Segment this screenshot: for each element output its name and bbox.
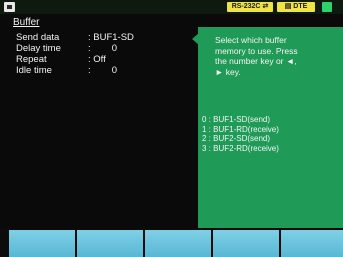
screen-icon <box>4 2 15 12</box>
buffer-option[interactable]: 0 : BUF1-SD(send) <box>202 115 342 125</box>
help-text-line: Select which buffer <box>215 35 287 45</box>
dte-badge: ▤ DTE <box>277 2 315 12</box>
setting-idle-time[interactable]: Idle time : 0 <box>16 65 196 76</box>
setting-delay-time[interactable]: Delay time : 0 <box>16 43 196 54</box>
status-bar: RS-232C ⇄ ▤ DTE <box>0 0 343 14</box>
instrument-screen: RS-232C ⇄ ▤ DTE Buffer Send data : BUF1-… <box>0 0 343 257</box>
buffer-options-list: 0 : BUF1-SD(send) 1 : BUF1-RD(receive) 2… <box>202 115 342 153</box>
setting-label: Delay time <box>16 43 61 54</box>
buffer-option[interactable]: 2 : BUF2-SD(send) <box>202 134 342 144</box>
setting-value: : 0 <box>88 43 118 54</box>
dte-badge-label: DTE <box>293 3 308 10</box>
function-key-2[interactable] <box>77 230 143 257</box>
setting-value: : BUF1-SD <box>88 32 134 43</box>
help-text-line: ► key. <box>215 66 241 77</box>
function-key-3[interactable] <box>145 230 211 257</box>
rs232c-badge-label: RS-232C <box>231 3 261 10</box>
help-text-line: memory to use. Press <box>215 45 298 56</box>
setting-label: Send data <box>16 32 60 43</box>
setting-value: : Off <box>88 54 106 65</box>
cable-icon: ⇄ <box>262 3 269 10</box>
help-text-line: the number key or ◄, <box>215 56 297 66</box>
setting-label: Repeat <box>16 54 47 65</box>
rs232c-badge: RS-232C ⇄ <box>227 2 273 12</box>
settings-list: Send data : BUF1-SD Delay time : 0 Repea… <box>16 32 196 76</box>
dte-icon: ▤ <box>284 3 292 10</box>
status-green-icon <box>322 2 332 12</box>
function-key-1[interactable] <box>9 230 75 257</box>
setting-send-data[interactable]: Send data : BUF1-SD <box>16 32 196 43</box>
function-key-bar <box>0 229 343 257</box>
help-text: Select which buffer memory to use. Press… <box>215 35 340 77</box>
setting-value: : 0 <box>88 65 118 76</box>
buffer-option[interactable]: 3 : BUF2-RD(receive) <box>202 144 342 154</box>
function-key-4[interactable] <box>213 230 279 257</box>
setting-repeat[interactable]: Repeat : Off <box>16 54 196 65</box>
setting-label: Idle time <box>16 65 52 76</box>
buffer-option[interactable]: 1 : BUF1-RD(receive) <box>202 125 342 135</box>
page-title: Buffer <box>13 17 40 28</box>
function-key-5[interactable] <box>281 230 343 257</box>
